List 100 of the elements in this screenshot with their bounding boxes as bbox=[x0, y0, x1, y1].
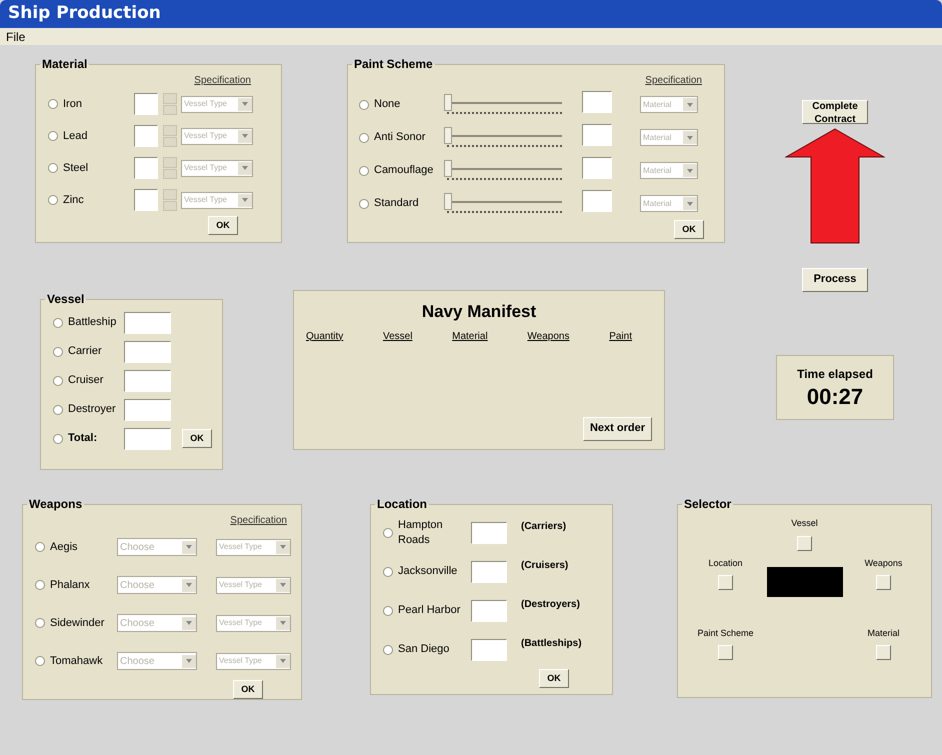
option-label: Iron bbox=[63, 96, 82, 112]
selector-button[interactable] bbox=[797, 536, 812, 550]
process-button[interactable]: Process bbox=[802, 268, 868, 292]
option-label: Jacksonville bbox=[398, 564, 458, 579]
input-field[interactable] bbox=[124, 370, 171, 392]
option-label: Destroyer bbox=[68, 402, 116, 418]
radio-button[interactable] bbox=[383, 644, 393, 654]
menu-item[interactable]: File bbox=[6, 28, 26, 46]
column-header: Specification bbox=[645, 74, 702, 88]
input-field[interactable] bbox=[134, 125, 158, 147]
option-label: Zinc bbox=[63, 192, 84, 208]
vessel-note: (Destroyers) bbox=[521, 598, 580, 612]
option-label: Camouflage bbox=[374, 163, 434, 178]
option-label: Tomahawk bbox=[50, 654, 103, 669]
radio-button[interactable] bbox=[53, 404, 63, 414]
column-header: Weapons bbox=[527, 330, 570, 344]
dropdown-arrow-icon bbox=[280, 583, 286, 588]
column-header: Paint bbox=[609, 330, 632, 344]
input-field[interactable] bbox=[582, 156, 612, 179]
title-bar: Ship Production bbox=[0, 0, 942, 28]
dropdown-arrow-icon bbox=[687, 102, 693, 107]
option-label: Standard bbox=[374, 196, 419, 212]
column-header: Specification bbox=[194, 74, 251, 88]
selector-button[interactable] bbox=[718, 645, 733, 660]
option-label: Sidewinder bbox=[50, 616, 104, 631]
column-header: Vessel bbox=[382, 330, 412, 344]
column-header: Specification bbox=[230, 514, 287, 528]
selector-button[interactable] bbox=[718, 575, 733, 590]
slider[interactable] bbox=[444, 192, 562, 214]
ok-button[interactable]: OK bbox=[182, 429, 212, 448]
column-header: Quantity bbox=[306, 330, 344, 344]
selector-label: Vessel bbox=[791, 517, 818, 530]
group-title: Weapons bbox=[28, 496, 84, 513]
dropdown-arrow-icon bbox=[242, 102, 248, 106]
selector-label: Weapons bbox=[864, 556, 902, 570]
vessel-note: (Carriers) bbox=[521, 520, 566, 534]
option-label: Phalanx bbox=[50, 578, 90, 593]
option-label: Total: bbox=[68, 431, 98, 446]
radio-button[interactable] bbox=[53, 376, 63, 386]
group-title: Location bbox=[376, 496, 428, 513]
selector-button[interactable] bbox=[876, 645, 891, 660]
input-field[interactable] bbox=[471, 560, 507, 582]
timer-value: 00:27 bbox=[806, 382, 864, 410]
input-field[interactable] bbox=[471, 600, 507, 622]
selector-label: Material bbox=[867, 626, 900, 640]
option-label: Cruiser bbox=[68, 373, 104, 388]
radio-button[interactable] bbox=[383, 528, 393, 538]
slider[interactable] bbox=[444, 160, 562, 182]
input-field[interactable] bbox=[124, 340, 171, 362]
radio-button[interactable] bbox=[383, 606, 393, 616]
option-label: Hampton Roads bbox=[398, 518, 444, 548]
radio-button[interactable] bbox=[53, 346, 63, 356]
vessel-note: (Battleships) bbox=[521, 637, 582, 651]
input-field[interactable] bbox=[471, 522, 507, 544]
input-field[interactable] bbox=[471, 638, 507, 660]
selector-label: Location bbox=[708, 556, 743, 570]
input-field[interactable] bbox=[134, 189, 158, 211]
radio-button[interactable] bbox=[53, 434, 63, 444]
dropdown-arrow-icon bbox=[242, 166, 248, 170]
group-title: Vessel bbox=[46, 291, 86, 308]
slider[interactable] bbox=[444, 126, 562, 148]
input-field[interactable] bbox=[124, 428, 171, 450]
input-field[interactable] bbox=[134, 93, 158, 115]
option-label: San Diego bbox=[398, 642, 450, 657]
input-field[interactable] bbox=[582, 90, 612, 113]
radio-button[interactable] bbox=[383, 566, 393, 576]
ok-button[interactable]: OK bbox=[539, 669, 569, 688]
dropdown-arrow-icon bbox=[280, 621, 286, 626]
group-title: Selector bbox=[683, 496, 732, 513]
selector-button[interactable] bbox=[876, 575, 891, 590]
input-field[interactable] bbox=[582, 124, 612, 146]
slider[interactable] bbox=[444, 94, 562, 116]
option-label: Steel bbox=[63, 160, 88, 176]
dropdown-arrow-icon bbox=[280, 545, 286, 550]
dropdown-arrow-icon bbox=[242, 198, 248, 202]
dropdown-arrow-icon bbox=[186, 545, 192, 549]
complete-contract-button[interactable]: Complete Contract bbox=[802, 100, 868, 124]
option-label: None bbox=[374, 97, 400, 112]
up-arrow-icon bbox=[785, 128, 885, 244]
input-field[interactable] bbox=[124, 398, 171, 420]
dropdown-arrow-icon bbox=[186, 583, 192, 587]
dropdown-arrow-icon bbox=[186, 659, 192, 663]
dropdown-arrow-icon bbox=[687, 136, 693, 140]
input-field[interactable] bbox=[582, 190, 612, 212]
group-title: Paint Scheme bbox=[353, 56, 434, 73]
input-field[interactable] bbox=[124, 312, 171, 334]
vessel-note: (Cruisers) bbox=[521, 559, 568, 573]
option-label: Battleship bbox=[68, 315, 116, 330]
option-label: Carrier bbox=[68, 344, 102, 360]
input-field[interactable] bbox=[134, 157, 158, 179]
option-label: Anti Sonor bbox=[374, 130, 426, 146]
ok-button[interactable]: OK bbox=[233, 680, 263, 699]
ok-button[interactable]: OK bbox=[674, 220, 704, 239]
timer-label: Time elapsed bbox=[797, 366, 873, 383]
radio-button[interactable] bbox=[53, 318, 63, 328]
next-order-button[interactable]: Next order bbox=[582, 417, 652, 441]
ok-button[interactable]: OK bbox=[208, 216, 238, 235]
selector-label: Paint Scheme bbox=[697, 626, 754, 640]
column-header: Material bbox=[452, 330, 488, 344]
option-label: Pearl Harbor bbox=[398, 603, 462, 618]
